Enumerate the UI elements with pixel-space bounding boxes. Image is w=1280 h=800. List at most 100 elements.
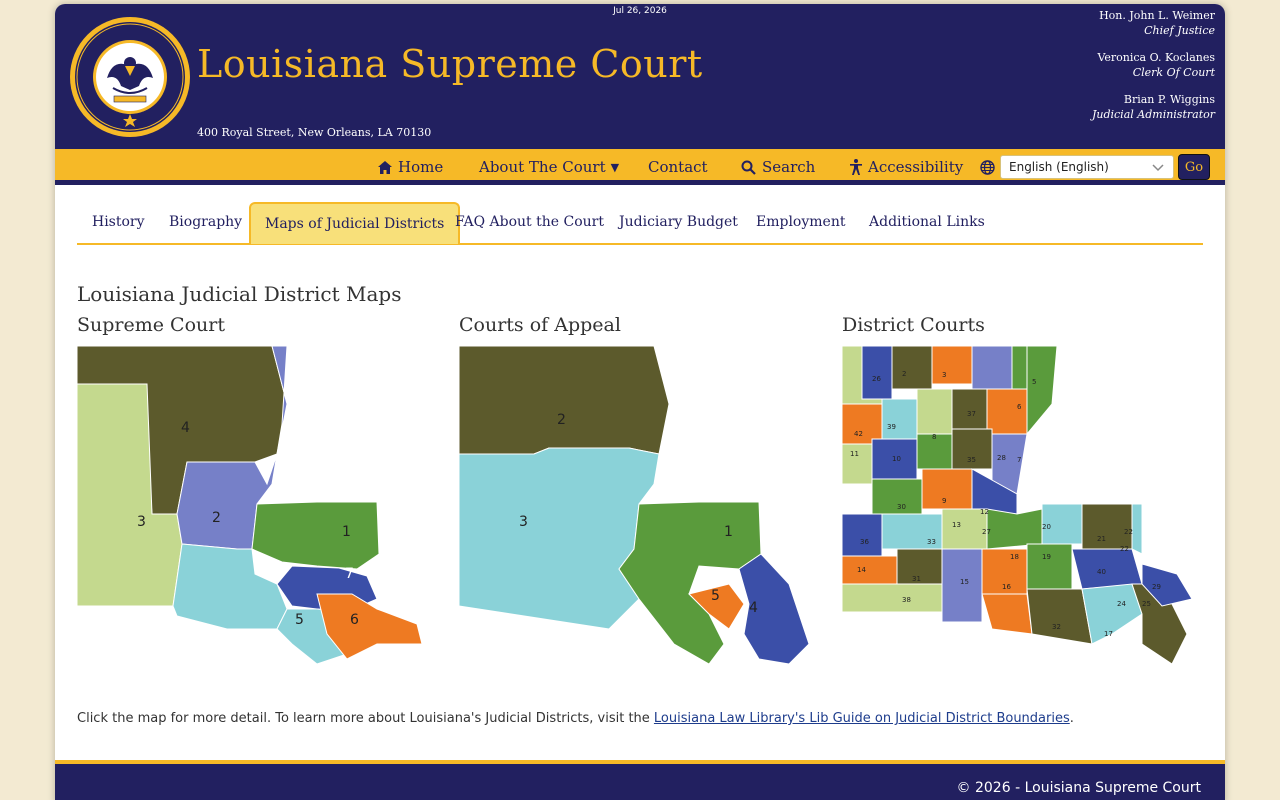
note-end: .	[1069, 711, 1074, 726]
district-label: 8	[932, 433, 936, 441]
district-label: 7	[345, 566, 354, 582]
district-label: 13	[952, 521, 961, 529]
search-icon	[741, 160, 756, 175]
district-label: 30	[897, 503, 906, 511]
district-label: 1	[342, 524, 351, 540]
district-label: 4	[181, 420, 190, 436]
district-label: 31	[912, 575, 921, 583]
district-label: 24	[1117, 600, 1126, 608]
district-label: 1	[724, 524, 733, 540]
district-label: 10	[892, 455, 901, 463]
nav-about-the-court[interactable]: About The Court ▼	[479, 149, 619, 185]
district-label: 35	[967, 456, 976, 464]
district-label: 19	[1042, 553, 1051, 561]
district-label: 12	[980, 508, 989, 516]
note-text: Click the map for more detail. To learn …	[77, 711, 654, 726]
tab-judiciary-budget[interactable]: Judiciary Budget	[605, 201, 752, 243]
language-select-value: English (English)	[1009, 160, 1109, 174]
accessibility-icon	[850, 159, 862, 175]
district-label: 20	[1042, 523, 1051, 531]
site-footer: © 2026 - Louisiana Supreme Court	[55, 760, 1225, 800]
district-label: 22	[1120, 545, 1129, 553]
district-label: 42	[854, 430, 863, 438]
language-select[interactable]: English (English)	[1000, 155, 1174, 179]
district-label: 9	[942, 497, 946, 505]
caret-down-icon: ▼	[610, 160, 620, 174]
district-label: 39	[887, 423, 896, 431]
district-label: 37	[967, 410, 976, 418]
nav-contact-label: Contact	[648, 158, 708, 176]
district-label: 18	[1010, 553, 1019, 561]
official-name: Hon. John L. Weimer	[1099, 9, 1215, 22]
tab-history[interactable]: History	[78, 201, 159, 243]
official-name: Veronica O. Koclanes	[1097, 51, 1215, 64]
district-label: 26	[872, 375, 881, 383]
officials-list: Hon. John L. Weimer Chief Justice Veroni…	[1092, 8, 1215, 134]
tab-employment[interactable]: Employment	[742, 201, 859, 243]
official-name: Brian P. Wiggins	[1123, 93, 1215, 106]
official-role: Chief Justice	[1144, 24, 1215, 37]
district-label: 15	[960, 578, 969, 586]
district-label: 5	[711, 588, 720, 604]
main-navbar: Home About The Court ▼ Contact Search Ac…	[55, 149, 1225, 185]
district-label: 5	[1032, 378, 1036, 386]
nav-search-label: Search	[762, 158, 816, 176]
nav-search[interactable]: Search	[741, 149, 815, 185]
map-title-district-courts: District Courts	[842, 314, 985, 336]
supreme-court-map[interactable]: 4 3 2 1 7 5 6	[77, 344, 442, 674]
district-label: 29	[1152, 583, 1161, 591]
maps-note: Click the map for more detail. To learn …	[77, 711, 1197, 726]
district-label: 40	[1097, 568, 1106, 576]
district-label: 5	[295, 612, 304, 628]
district-label: 11	[850, 450, 859, 458]
section-tabs: History Biography Maps of Judicial Distr…	[77, 201, 1203, 245]
tab-additional-links[interactable]: Additional Links	[855, 201, 999, 243]
nav-contact[interactable]: Contact	[648, 149, 708, 185]
district-label: 6	[350, 612, 359, 628]
district-label: 4	[749, 600, 758, 616]
courts-of-appeal-map[interactable]: 2 3 1 5 4	[459, 344, 824, 674]
site-header: Jul 26, 2026 Louisiana Supreme Court 400…	[55, 4, 1225, 149]
tab-maps-of-judicial-districts[interactable]: Maps of Judicial Districts	[249, 202, 461, 244]
site-title[interactable]: Louisiana Supreme Court	[197, 42, 703, 86]
tab-biography[interactable]: Biography	[155, 201, 256, 243]
chevron-down-icon	[1152, 164, 1164, 172]
tab-faq-about-the-court[interactable]: FAQ About the Court	[441, 201, 618, 243]
district-label: 7	[1017, 456, 1021, 464]
official-clerk: Veronica O. Koclanes Clerk Of Court	[1092, 50, 1215, 80]
map-title-courts-of-appeal: Courts of Appeal	[459, 314, 621, 336]
nav-about-label: About The Court	[479, 158, 606, 176]
current-date: Jul 26, 2026	[613, 6, 667, 16]
copyright-text: © 2026 - Louisiana Supreme Court	[956, 780, 1201, 796]
district-courts-map[interactable]: 26 2 3 5 6 42 39 8 37 35 28 7 11 10 9 30…	[842, 344, 1207, 674]
district-label: 33	[927, 538, 936, 546]
court-seal-logo[interactable]	[69, 16, 191, 138]
official-role: Clerk Of Court	[1132, 66, 1215, 79]
page-heading: Louisiana Judicial District Maps	[77, 282, 402, 306]
go-button[interactable]: Go	[1178, 154, 1210, 180]
law-library-lib-guide-link[interactable]: Louisiana Law Library's Lib Guide on Jud…	[654, 711, 1070, 726]
nav-accessibility[interactable]: Accessibility	[850, 149, 963, 185]
district-label: 3	[519, 514, 528, 530]
nav-accessibility-label: Accessibility	[868, 158, 964, 176]
district-label: 2	[557, 412, 566, 428]
district-label: 6	[1017, 403, 1022, 411]
district-label: 22	[1124, 528, 1133, 536]
page-frame: Jul 26, 2026 Louisiana Supreme Court 400…	[55, 4, 1225, 800]
nav-home[interactable]: Home	[378, 149, 443, 185]
official-administrator: Brian P. Wiggins Judicial Administrator	[1092, 92, 1215, 122]
district-label: 3	[942, 371, 946, 379]
home-icon	[378, 160, 392, 174]
district-label: 28	[997, 454, 1006, 462]
nav-home-label: Home	[398, 158, 444, 176]
district-label: 27	[982, 528, 991, 536]
district-label: 2	[902, 370, 906, 378]
district-label: 32	[1052, 623, 1061, 631]
district-label: 2	[212, 510, 221, 526]
official-role: Judicial Administrator	[1091, 108, 1215, 121]
district-label: 25	[1142, 600, 1151, 608]
district-label: 16	[1002, 583, 1011, 591]
court-address: 400 Royal Street, New Orleans, LA 70130	[197, 126, 432, 139]
district-label: 36	[860, 538, 869, 546]
map-title-supreme-court: Supreme Court	[77, 314, 225, 336]
